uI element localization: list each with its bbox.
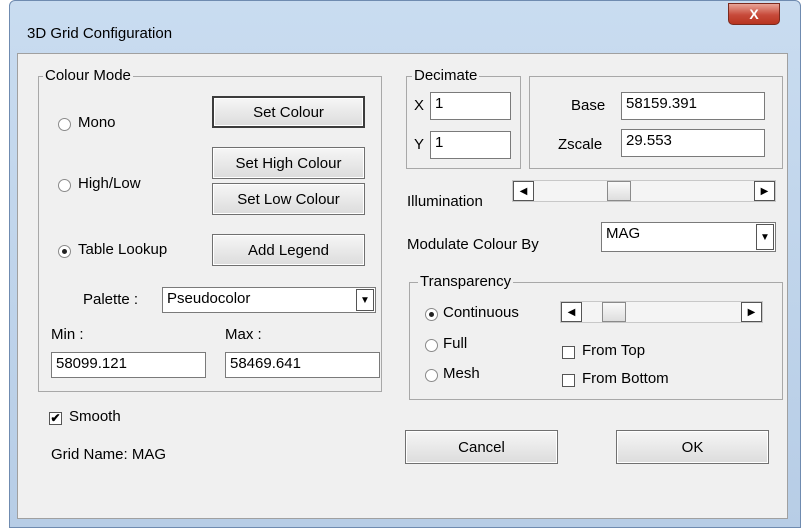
grid-name-label: Grid Name: MAG [51, 446, 167, 463]
dialog-client-area: Colour Mode Mono Set Colour High/Low Set… [17, 53, 788, 519]
smooth-label: Smooth [69, 408, 121, 425]
add-legend-button[interactable]: Add Legend [212, 234, 365, 266]
chevron-down-icon[interactable]: ▼ [756, 224, 774, 250]
transparency-label: Transparency [418, 273, 514, 290]
modulate-select[interactable]: MAG ▼ [601, 222, 776, 252]
set-colour-button[interactable]: Set Colour [212, 96, 365, 128]
illumination-slider[interactable]: ◀ ▶ [512, 180, 776, 202]
set-high-colour-button[interactable]: Set High Colour [212, 147, 365, 179]
chevron-down-icon[interactable]: ▼ [356, 289, 374, 311]
palette-value: Pseudocolor [167, 290, 251, 307]
smooth-checkbox[interactable]: ✔ [49, 412, 62, 425]
title-bar[interactable]: 3D Grid Configuration X [10, 1, 800, 53]
ok-button[interactable]: OK [616, 430, 769, 464]
illumination-label: Illumination [407, 193, 483, 210]
slider-thumb[interactable] [606, 181, 631, 201]
palette-label: Palette : [83, 291, 139, 308]
zscale-label: Zscale [558, 136, 603, 153]
scroll-left-icon[interactable]: ◀ [513, 181, 534, 201]
slider-thumb[interactable] [602, 302, 627, 322]
scroll-left-icon[interactable]: ◀ [561, 302, 582, 322]
base-input[interactable]: 58159.391 [621, 92, 765, 120]
decimate-y-input[interactable]: 1 [430, 131, 511, 159]
decimate-label: Decimate [412, 67, 480, 84]
mesh-label: Mesh [443, 365, 480, 382]
table-lookup-radio[interactable] [58, 245, 71, 258]
palette-select[interactable]: Pseudocolor ▼ [162, 287, 376, 313]
decimate-y-label: Y [414, 136, 425, 153]
zscale-input[interactable]: 29.553 [621, 129, 765, 157]
full-radio[interactable] [425, 339, 438, 352]
modulate-value: MAG [606, 225, 641, 242]
table-lookup-label: Table Lookup [78, 241, 168, 258]
full-label: Full [443, 335, 468, 352]
continuous-label: Continuous [443, 304, 519, 321]
max-input[interactable]: 58469.641 [225, 352, 380, 378]
mono-label: Mono [78, 114, 116, 131]
colour-mode-label: Colour Mode [43, 67, 133, 84]
mesh-radio[interactable] [425, 369, 438, 382]
highlow-label: High/Low [78, 175, 141, 192]
set-low-colour-button[interactable]: Set Low Colour [212, 183, 365, 215]
transparency-slider[interactable]: ◀ ▶ [560, 301, 763, 323]
dialog-window: 3D Grid Configuration X Colour Mode Mono… [9, 0, 801, 528]
scroll-right-icon[interactable]: ▶ [754, 181, 775, 201]
from-top-checkbox[interactable] [562, 346, 575, 359]
close-icon: X [749, 6, 759, 22]
close-button[interactable]: X [728, 3, 780, 25]
decimate-x-input[interactable]: 1 [430, 92, 511, 120]
max-label: Max : [225, 326, 262, 343]
modulate-label: Modulate Colour By [407, 236, 539, 253]
window-title: 3D Grid Configuration [27, 25, 173, 42]
decimate-x-label: X [414, 97, 425, 114]
min-input[interactable]: 58099.121 [51, 352, 206, 378]
continuous-radio[interactable] [425, 308, 438, 321]
from-top-label: From Top [582, 342, 646, 359]
from-bottom-label: From Bottom [582, 370, 669, 387]
cancel-button[interactable]: Cancel [405, 430, 558, 464]
min-label: Min : [51, 326, 84, 343]
highlow-radio[interactable] [58, 179, 71, 192]
from-bottom-checkbox[interactable] [562, 374, 575, 387]
scroll-right-icon[interactable]: ▶ [741, 302, 762, 322]
mono-radio[interactable] [58, 118, 71, 131]
base-label: Base [571, 97, 606, 114]
